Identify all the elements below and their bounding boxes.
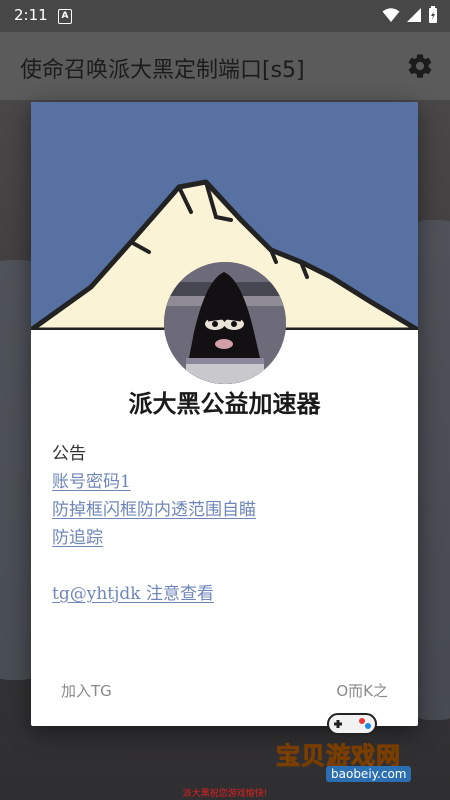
character-avatar xyxy=(164,262,286,384)
site-watermark: 宝贝游戏网 baobeiy.com xyxy=(268,706,438,790)
avatar xyxy=(164,262,286,384)
notification-icon: A xyxy=(58,9,72,24)
notice-link-features[interactable]: 防掉框闪框防内透范围自瞄 xyxy=(52,496,402,524)
join-tg-button[interactable]: 加入TG xyxy=(61,680,112,701)
signal-icon xyxy=(407,8,421,22)
gear-icon[interactable] xyxy=(406,52,434,80)
wifi-icon xyxy=(382,8,400,22)
notice-link-account[interactable]: 账号密码1 xyxy=(52,468,402,496)
notice-link-telegram[interactable]: tg@yhtjdk 注意查看 xyxy=(52,580,402,608)
app-bar: 使命召唤派大黑定制端口[s5] xyxy=(0,32,450,100)
ok-button[interactable]: O而K之 xyxy=(336,680,388,701)
notice-link-anti-tracking[interactable]: 防追踪 xyxy=(52,524,402,552)
notice-content: 公告 账号密码1 防掉框闪框防内透范围自瞄 防追踪 tg@yhtjdk 注意查看 xyxy=(52,440,402,608)
notice-heading: 公告 xyxy=(52,444,86,464)
battery-icon xyxy=(429,6,437,23)
dialog-title: 派大黑公益加速器 xyxy=(128,390,321,418)
app-title: 使命召唤派大黑定制端口[s5] xyxy=(20,58,305,83)
announcement-dialog: 派大黑公益加速器 公告 账号密码1 防掉框闪框防内透范围自瞄 防追踪 tg@yh… xyxy=(31,102,418,726)
gamepad-icon xyxy=(327,713,377,735)
status-time: 2:11 xyxy=(14,6,48,24)
status-bar: 2:11 A xyxy=(0,0,450,32)
status-icons xyxy=(382,6,438,24)
watermark-url: baobeiy.com xyxy=(326,766,412,782)
